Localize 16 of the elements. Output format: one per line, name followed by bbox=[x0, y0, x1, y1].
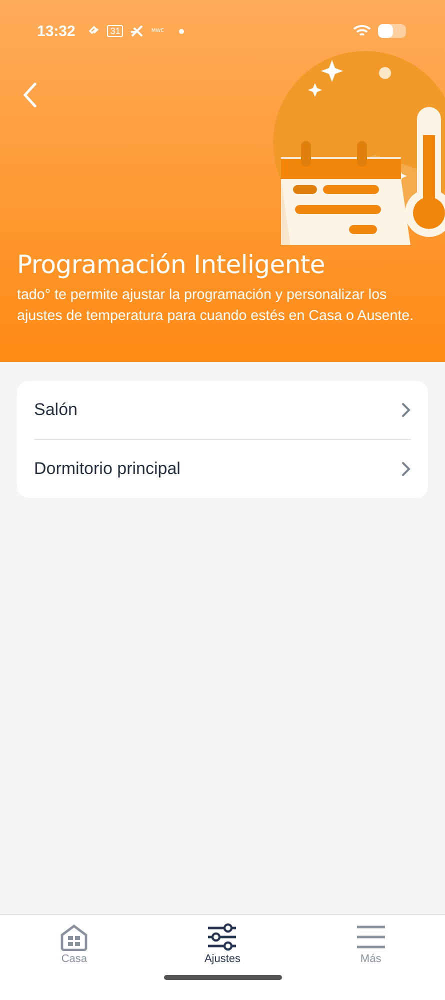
chevron-right-icon bbox=[401, 461, 411, 477]
calendar-icon: 31 bbox=[107, 25, 124, 37]
back-button[interactable] bbox=[22, 82, 38, 108]
battery-icon bbox=[378, 24, 408, 38]
tab-bar-item[interactable]: Ajustes bbox=[177, 915, 268, 965]
menu-icon bbox=[356, 923, 386, 951]
room-row[interactable]: Salón bbox=[34, 381, 411, 440]
house-icon bbox=[59, 923, 90, 951]
notification-dot bbox=[179, 28, 184, 34]
wifi-icon bbox=[353, 24, 371, 38]
sliders-icon bbox=[207, 923, 238, 951]
chevron-right-icon bbox=[401, 402, 411, 418]
page-title: Programación Inteligente bbox=[17, 250, 326, 279]
room-row[interactable]: Dormitorio principal bbox=[34, 440, 411, 498]
page-description: tado° te permite ajustar la programación y personalizar los ajustes de temperatura para cuando estés en Casa o Ausente. bbox=[17, 286, 415, 326]
status-time: 13:32 bbox=[37, 22, 76, 40]
